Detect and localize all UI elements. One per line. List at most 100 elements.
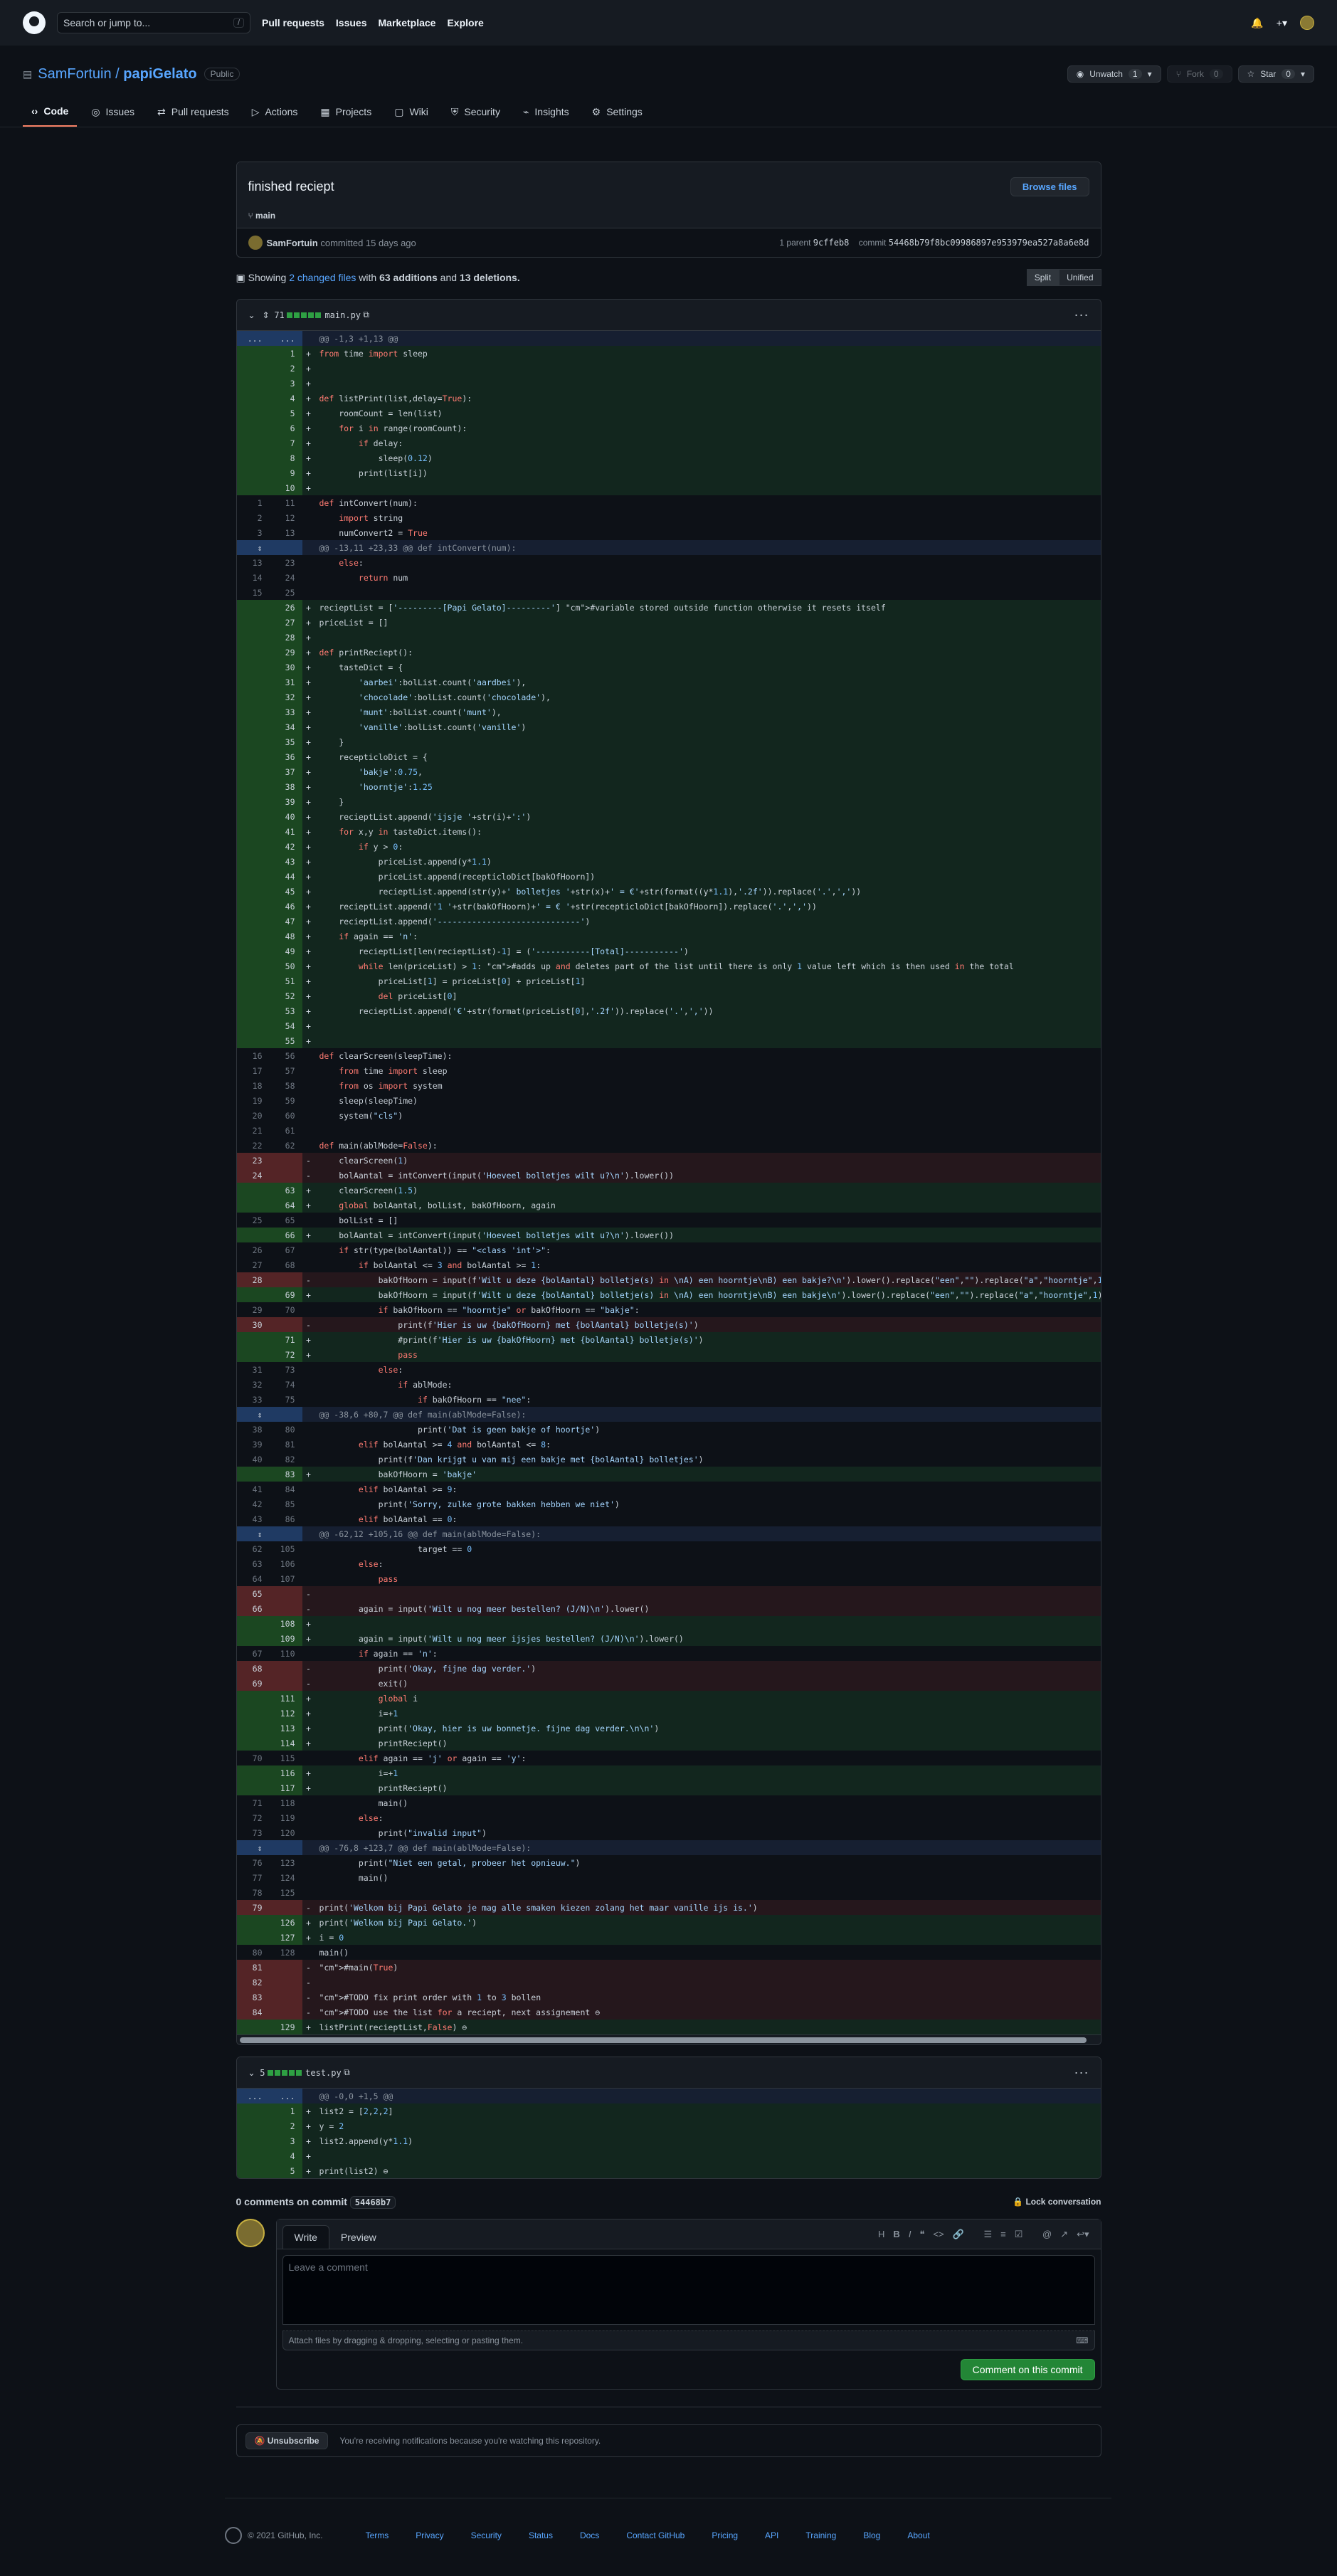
old-line-number[interactable] — [236, 465, 270, 480]
write-tab[interactable]: Write — [282, 2225, 329, 2249]
new-line-number[interactable] — [269, 1526, 302, 1541]
old-line-number[interactable]: 38 — [237, 1422, 270, 1437]
old-line-number[interactable]: ⇕ — [236, 1840, 270, 1855]
new-line-number[interactable]: 80 — [270, 1422, 302, 1437]
file-name[interactable]: test.py — [305, 2068, 342, 2078]
new-line-number[interactable]: 59 — [270, 1093, 302, 1108]
header-nav-pull-requests[interactable]: Pull requests — [262, 17, 324, 28]
new-line-number[interactable]: 86 — [270, 1511, 302, 1526]
tab-projects[interactable]: ▦ Projects — [312, 100, 380, 127]
old-line-number[interactable] — [236, 764, 270, 779]
old-line-number[interactable]: 64 — [237, 1571, 270, 1586]
old-line-number[interactable]: 70 — [237, 1751, 270, 1765]
new-line-number[interactable]: 107 — [270, 1571, 302, 1586]
new-line-number[interactable]: 23 — [270, 555, 302, 570]
new-line-number[interactable]: 31 — [269, 675, 302, 690]
new-line-number[interactable]: 117 — [269, 1780, 302, 1795]
footer-link-pricing[interactable]: Pricing — [712, 2530, 738, 2540]
bullet-list-icon[interactable]: ☰ — [983, 2229, 992, 2240]
old-line-number[interactable]: 23 — [236, 1153, 270, 1168]
new-line-number[interactable]: 4 — [269, 391, 302, 406]
new-line-number[interactable]: 85 — [270, 1496, 302, 1511]
new-line-number[interactable]: 51 — [269, 973, 302, 988]
new-line-number[interactable]: 110 — [270, 1646, 302, 1661]
new-line-number[interactable]: 83 — [269, 1467, 302, 1482]
old-line-number[interactable] — [236, 1018, 270, 1033]
header-nav-marketplace[interactable]: Marketplace — [379, 17, 436, 28]
old-line-number[interactable]: 32 — [237, 1377, 270, 1392]
new-line-number[interactable] — [269, 1900, 302, 1915]
old-line-number[interactable] — [236, 615, 270, 630]
new-line-number[interactable]: 82 — [270, 1452, 302, 1467]
new-line-number[interactable]: 8 — [269, 450, 302, 465]
old-line-number[interactable]: 77 — [237, 1870, 270, 1885]
old-line-number[interactable]: 81 — [236, 1960, 270, 1975]
old-line-number[interactable]: 27 — [237, 1257, 270, 1272]
old-line-number[interactable] — [236, 361, 270, 376]
tab-insights[interactable]: ⌁ Insights — [514, 100, 578, 127]
italic-icon[interactable]: I — [909, 2229, 911, 2240]
new-line-number[interactable]: 113 — [269, 1721, 302, 1736]
new-line-number[interactable] — [269, 1661, 302, 1676]
old-line-number[interactable]: 2 — [237, 510, 270, 525]
unified-button[interactable]: Unified — [1059, 269, 1101, 286]
old-line-number[interactable]: 28 — [236, 1272, 270, 1287]
attach-files[interactable]: Attach files by dragging & dropping, sel… — [282, 2330, 1095, 2350]
new-line-number[interactable]: 3 — [269, 376, 302, 391]
old-line-number[interactable] — [236, 2118, 270, 2133]
kebab-menu-icon[interactable]: ··· — [1074, 307, 1089, 322]
new-line-number[interactable] — [269, 1407, 302, 1422]
new-line-number[interactable]: 68 — [270, 1257, 302, 1272]
tab-settings[interactable]: ⚙ Settings — [583, 100, 651, 127]
new-line-number[interactable]: 114 — [269, 1736, 302, 1751]
old-line-number[interactable]: 79 — [236, 1900, 270, 1915]
old-line-number[interactable] — [236, 660, 270, 675]
new-line-number[interactable]: 39 — [269, 794, 302, 809]
old-line-number[interactable] — [236, 436, 270, 450]
new-line-number[interactable]: 36 — [269, 749, 302, 764]
heading-icon[interactable]: H — [878, 2229, 884, 2240]
new-line-number[interactable]: 2 — [269, 361, 302, 376]
new-line-number[interactable]: 13 — [270, 525, 302, 540]
bell-icon[interactable]: 🔔 — [1251, 17, 1263, 29]
comment-textarea[interactable]: Leave a comment — [282, 2255, 1095, 2325]
tab-issues[interactable]: ◎ Issues — [83, 100, 143, 127]
new-line-number[interactable]: 58 — [270, 1078, 302, 1093]
branch-name[interactable]: main — [255, 211, 275, 221]
old-line-number[interactable] — [236, 1287, 270, 1302]
chevron-down-icon[interactable]: ⌄ — [248, 2068, 255, 2078]
new-line-number[interactable]: 54 — [269, 1018, 302, 1033]
kebab-menu-icon[interactable]: ··· — [1074, 2065, 1089, 2080]
old-line-number[interactable] — [236, 1198, 270, 1213]
old-line-number[interactable] — [236, 2103, 270, 2118]
old-line-number[interactable] — [236, 749, 270, 764]
old-line-number[interactable] — [236, 944, 270, 959]
old-line-number[interactable]: 73 — [237, 1825, 270, 1840]
old-line-number[interactable] — [236, 690, 270, 704]
preview-tab[interactable]: Preview — [329, 2226, 388, 2249]
avatar[interactable] — [236, 2219, 265, 2247]
old-line-number[interactable] — [236, 719, 270, 734]
old-line-number[interactable]: 69 — [236, 1676, 270, 1691]
old-line-number[interactable]: 40 — [237, 1452, 270, 1467]
new-line-number[interactable]: 61 — [270, 1123, 302, 1138]
old-line-number[interactable]: 13 — [237, 555, 270, 570]
new-line-number[interactable] — [269, 540, 302, 555]
old-line-number[interactable]: 14 — [237, 570, 270, 585]
old-line-number[interactable] — [236, 450, 270, 465]
old-line-number[interactable] — [236, 1228, 270, 1242]
browse-files-button[interactable]: Browse files — [1010, 176, 1089, 196]
old-line-number[interactable] — [236, 929, 270, 944]
new-line-number[interactable]: 128 — [270, 1945, 302, 1960]
chevron-down-icon[interactable]: ⌄ — [248, 310, 255, 320]
old-line-number[interactable]: 76 — [237, 1855, 270, 1870]
new-line-number[interactable]: 111 — [269, 1691, 302, 1706]
footer-link-contact-github[interactable]: Contact GitHub — [626, 2530, 685, 2540]
new-line-number[interactable] — [269, 1317, 302, 1332]
new-line-number[interactable]: 32 — [269, 690, 302, 704]
fork-button[interactable]: ⑂ Fork 0 — [1166, 65, 1232, 83]
new-line-number[interactable] — [269, 1153, 302, 1168]
reference-icon[interactable]: ↗ — [1060, 2229, 1068, 2240]
old-line-number[interactable] — [236, 376, 270, 391]
new-line-number[interactable]: 10 — [269, 480, 302, 495]
